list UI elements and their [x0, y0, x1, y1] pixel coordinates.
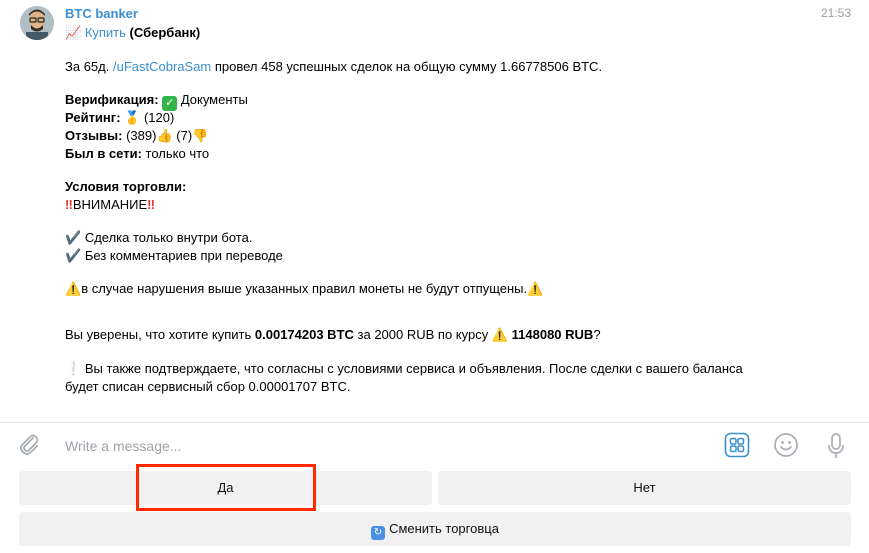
reply-bank: (Сбербанк) [129, 25, 201, 40]
warning-line: ⚠️в случае нарушения выше указанных прав… [65, 280, 845, 298]
last-seen-line: Был в сети: только что [65, 145, 845, 163]
reviews-positive: (389) [126, 128, 157, 143]
attention-text: ВНИМАНИЕ [72, 197, 148, 212]
last-seen-value: только что [145, 146, 210, 161]
warning-text: в случае нарушения выше указанных правил… [81, 281, 528, 296]
medal-icon: 🥇 [124, 110, 141, 125]
summary-line: За 65д. /uFastCobraSam провел 458 успешн… [65, 58, 845, 76]
message-composer [0, 423, 869, 468]
bot-commands-icon[interactable] [724, 432, 750, 458]
terms-title: Условия торговли: [65, 179, 187, 194]
confirm-line: Вы уверены, что хотите купить 0.00174203… [65, 326, 845, 344]
refresh-icon: ↻ [371, 526, 386, 540]
check-icon: ✔️ [65, 230, 82, 245]
change-trader-button[interactable]: ↻ Сменить торговца [19, 512, 851, 546]
no-button[interactable]: Нет [438, 471, 851, 505]
verification-line: Верификация: ✓ Документы [65, 91, 845, 111]
reviews-line: Отзывы: (389)👍 (7)👎 [65, 127, 845, 145]
thumbs-up-icon: 👍 [156, 128, 173, 143]
message-bubble: BTC banker 21:53 📈 Купить (Сбербанк) За … [0, 0, 869, 422]
attach-icon[interactable] [16, 431, 42, 457]
change-trader-label: Сменить торговца [389, 521, 499, 536]
summary-prefix: За 65д. [65, 59, 110, 74]
rule-text: Сделка только внутри бота. [84, 230, 253, 245]
rating-line: Рейтинг: 🥇 (120) [65, 109, 845, 127]
check-icon: ✔️ [65, 248, 82, 263]
bot-avatar[interactable] [20, 6, 54, 40]
warning-icon: ⚠️ [491, 327, 509, 342]
verification-value: Документы [180, 92, 248, 107]
attention-line: ‼ВНИМАНИЕ‼ [65, 196, 845, 214]
user-link[interactable]: /uFastCobraSam [113, 59, 211, 74]
confirm-amount: 0.00174203 BTC [254, 327, 354, 342]
yes-button[interactable]: Да [19, 471, 432, 505]
rule-line: ✔️ Сделка только внутри бота. [65, 229, 845, 247]
rating-label: Рейтинг: [65, 110, 121, 125]
reply-header: 📈 Купить (Сбербанк) [65, 25, 200, 41]
confirm-prefix: Вы уверены, что хотите купить [65, 327, 255, 342]
warning-icon: ⚠️ [527, 281, 544, 296]
emoji-icon[interactable] [773, 432, 799, 458]
verification-label: Верификация: [65, 92, 159, 107]
fee-line: ❕ Вы также подтверждаете, что согласны с… [65, 360, 845, 378]
avatar-image [20, 6, 54, 40]
reviews-negative: (7) [176, 128, 193, 143]
sender-name[interactable]: BTC banker [65, 6, 138, 21]
thumbs-down-icon: 👎 [192, 128, 209, 143]
confirm-suffix: ? [593, 327, 601, 342]
message-time: 21:53 [820, 6, 851, 20]
exclamation-icon: ❕ [65, 361, 82, 376]
fee-text-2: будет списан сервисный сбор 0.00001707 B… [65, 379, 351, 394]
message-input[interactable] [65, 436, 665, 456]
reply-action[interactable]: Купить [85, 25, 126, 40]
double-exclamation-icon: ‼ [147, 197, 156, 212]
microphone-icon[interactable] [826, 432, 846, 460]
rule-text: Без комментариев при переводе [84, 248, 283, 263]
last-seen-label: Был в сети: [65, 146, 142, 161]
chart-up-icon: 📈 [65, 25, 82, 40]
confirm-rate: 1148080 RUB [511, 327, 594, 342]
double-exclamation-icon: ‼ [65, 197, 73, 212]
message-text: За 65д. /uFastCobraSam провел 458 успешн… [65, 58, 845, 396]
reviews-label: Отзывы: [65, 128, 123, 143]
summary-text: провел 458 успешных сделок на общую сумм… [214, 59, 603, 74]
confirm-middle: за 2000 RUB по курсу [353, 327, 492, 342]
warning-icon: ⚠️ [65, 281, 82, 296]
rating-value: (120) [143, 110, 175, 125]
rule-line: ✔️ Без комментариев при переводе [65, 247, 845, 265]
fee-text-1: Вы также подтверждаете, что согласны с у… [84, 361, 743, 376]
